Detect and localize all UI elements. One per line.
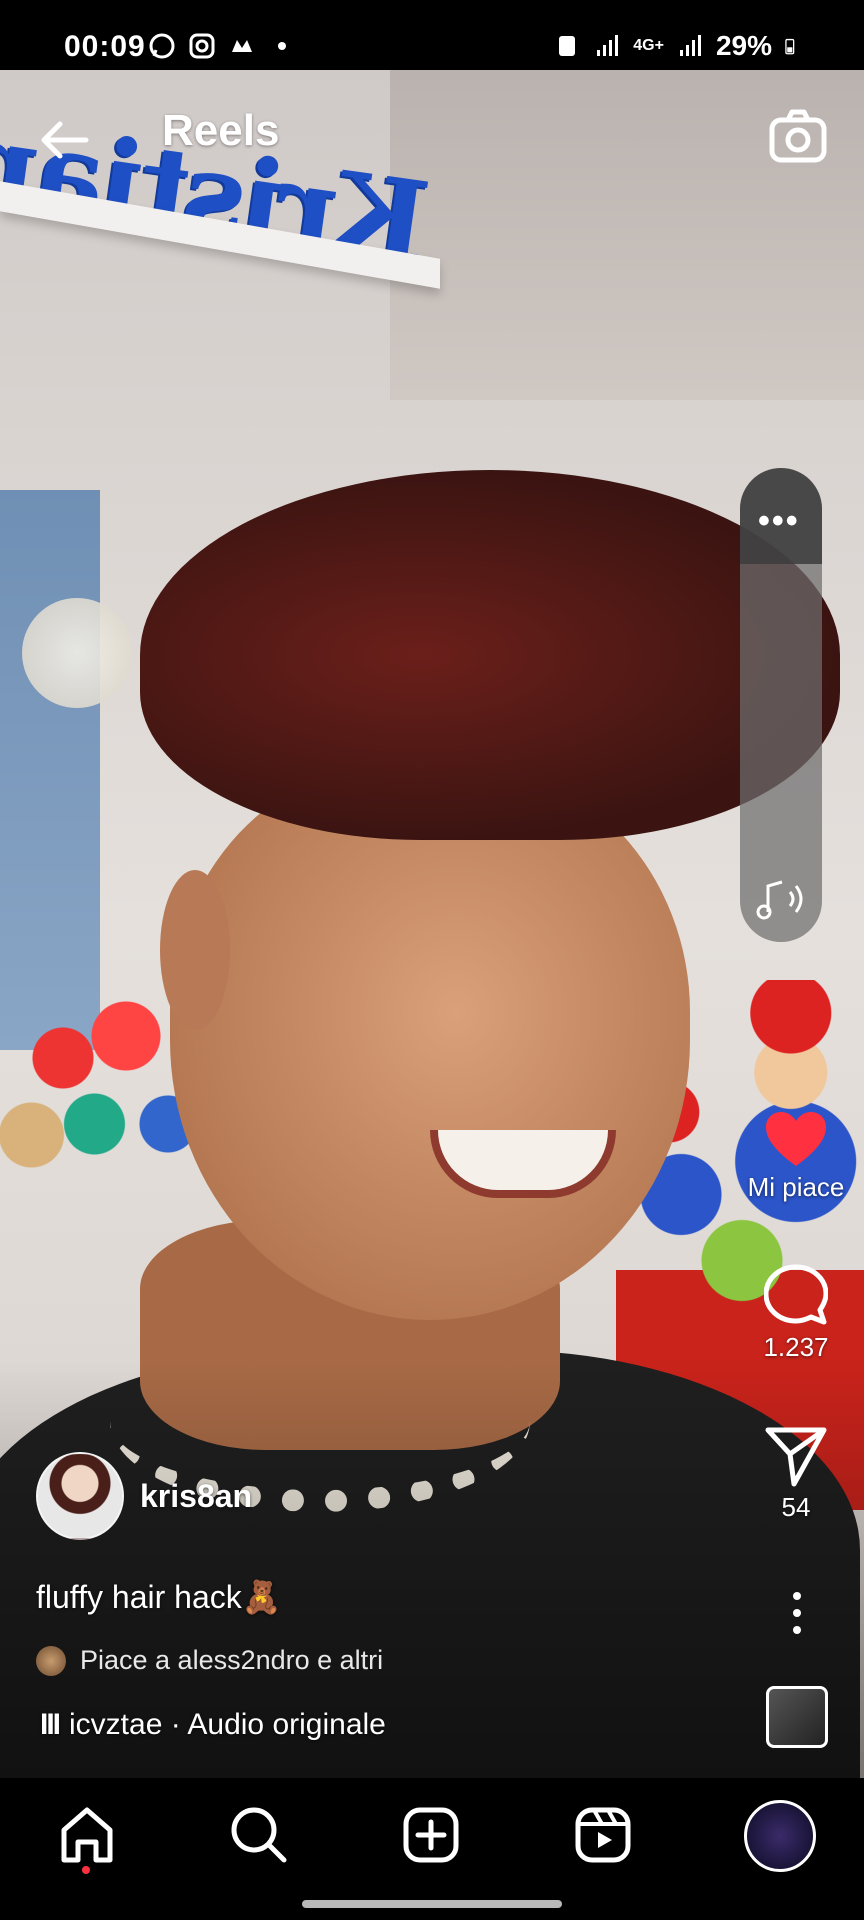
side-panel-top[interactable]: ••• (740, 468, 822, 564)
status-right: 4G+ 29% (553, 30, 802, 62)
liked-by-row[interactable]: Piace a aless2ndro e altri (36, 1645, 383, 1676)
signal-icon (597, 35, 619, 56)
reel-video[interactable]: Kristian (0, 70, 864, 1778)
battery-percent: 29% (715, 30, 772, 61)
data-saver-icon (559, 36, 576, 56)
like-label: Mi piace (747, 1172, 845, 1202)
battery-icon (785, 38, 795, 55)
bottom-nav (0, 1778, 864, 1920)
instagram-icon (189, 33, 215, 59)
comment-action[interactable]: 1.237 (736, 1264, 856, 1363)
status-app-icons (148, 32, 296, 60)
audio-row[interactable]: III icvztae · Audio originale (40, 1708, 386, 1742)
camera-icon[interactable] (766, 104, 830, 168)
person-hair (140, 470, 840, 840)
back-arrow-icon[interactable] (34, 110, 94, 170)
home-icon[interactable] (52, 1800, 122, 1870)
audio-bars-icon: III (40, 1708, 61, 1741)
more-options-icon[interactable]: ••• (758, 502, 800, 541)
audio-label: icvztae · Audio originale (69, 1708, 386, 1741)
status-time: 00:09 (64, 30, 146, 63)
window (0, 490, 100, 1050)
reels-header: Reels (0, 70, 864, 180)
liked-by-text: Piace a aless2ndro e altri (80, 1645, 384, 1675)
comment-icon[interactable] (764, 1264, 828, 1328)
gesture-bar (302, 1900, 562, 1908)
send-icon[interactable] (764, 1424, 828, 1488)
side-panel[interactable]: ••• (740, 468, 822, 942)
person-ear (160, 870, 230, 1030)
author-username[interactable]: kris8an (140, 1478, 252, 1515)
like-action[interactable]: Mi piace (736, 1110, 856, 1203)
page-title: Reels (162, 106, 280, 155)
person-face (170, 760, 690, 1320)
app-notification-icon (232, 40, 252, 52)
reel-caption[interactable]: fluffy hair hack🧸 (36, 1578, 282, 1616)
status-bar: 00:09 4G+ 29% (0, 0, 864, 70)
comment-count: 1.237 (763, 1332, 829, 1362)
share-count: 54 (781, 1492, 811, 1522)
heart-decoration (22, 598, 132, 708)
liked-by-avatar (36, 1645, 66, 1676)
signal-icon-2 (679, 35, 701, 56)
heart-icon[interactable] (764, 1110, 828, 1168)
profile-avatar[interactable] (744, 1800, 816, 1872)
reels-icon[interactable] (568, 1800, 638, 1870)
search-icon[interactable] (224, 1800, 294, 1870)
share-action[interactable]: 54 (736, 1424, 856, 1523)
home-notification-dot (82, 1866, 90, 1874)
audio-thumbnail[interactable] (766, 1686, 828, 1748)
whatsapp-icon (149, 33, 175, 59)
create-icon[interactable] (396, 1800, 466, 1870)
network-type: 4G+ (633, 37, 664, 54)
more-vertical-icon[interactable] (782, 1588, 812, 1638)
author-avatar[interactable] (36, 1452, 124, 1540)
dot-icon (278, 42, 286, 50)
music-volume-icon[interactable] (754, 874, 810, 924)
